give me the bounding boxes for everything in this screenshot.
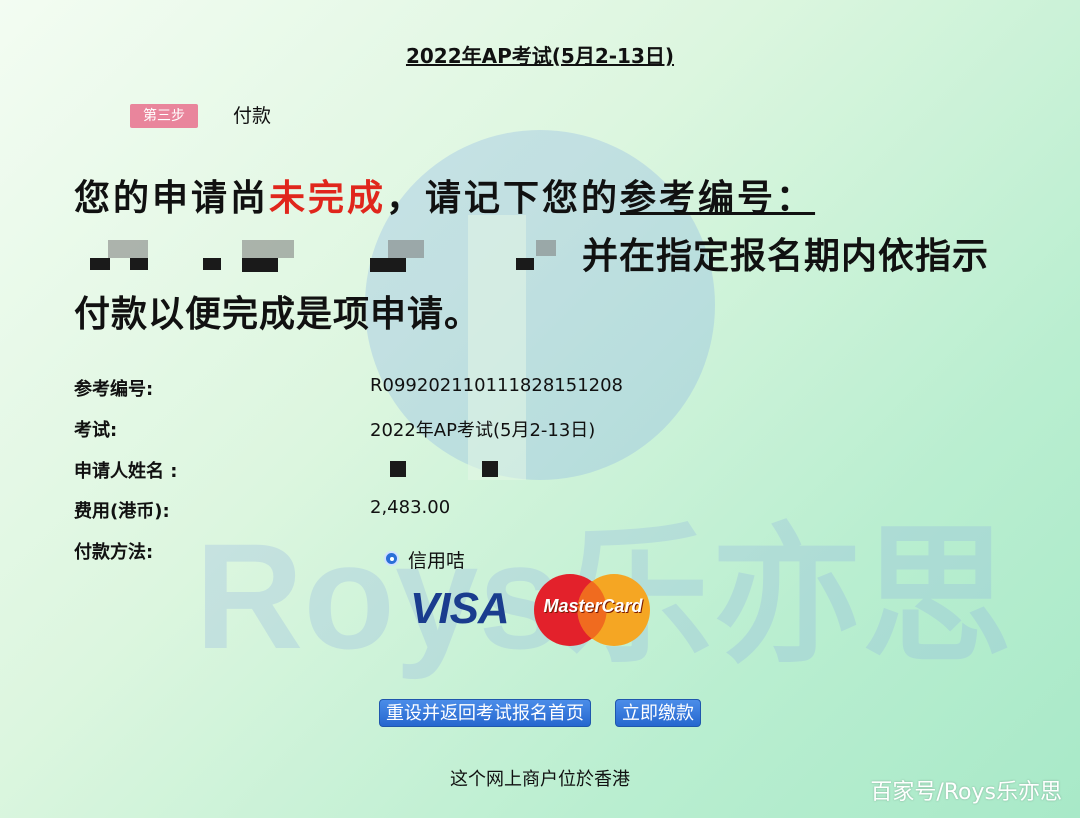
redacted-block — [203, 258, 221, 270]
headline-line2: 并在指定报名期内依指示 — [582, 236, 990, 277]
headline-part2: ，请记下您的 — [386, 178, 621, 219]
redacted-block — [516, 258, 534, 270]
redacted-block — [130, 258, 148, 270]
credit-card-radio-label[interactable]: 信用咭 — [408, 546, 465, 573]
step-badge: 第三步 — [130, 104, 198, 128]
corner-watermark: 百家号/Roys乐亦思 — [870, 780, 1062, 805]
redacted-block — [108, 240, 148, 258]
payment-method-label: 付款方法: — [74, 542, 154, 563]
redacted-block — [536, 240, 556, 256]
credit-card-radio[interactable] — [384, 551, 399, 566]
redacted-name — [482, 461, 498, 477]
redacted-block — [370, 258, 406, 272]
status-headline: 您的申请尚未完成，请记下您的参考编号： 并在指定报名期内依指示 付款以便完成是项… — [74, 170, 1014, 344]
exam-label: 考试: — [74, 420, 118, 441]
visa-logo: VISA — [410, 584, 510, 633]
pay-now-button[interactable]: 立即缴款 — [615, 699, 701, 727]
page-title: 2022年AP考试(5月2-13日) — [405, 44, 675, 68]
headline-incomplete: 未完成 — [269, 178, 387, 219]
headline-reference-label: 参考编号： — [620, 178, 816, 219]
redacted-name — [390, 461, 406, 477]
fee-label: 费用(港币): — [74, 501, 170, 522]
headline-line3: 付款以便完成是项申请。 — [74, 294, 482, 335]
headline-part1: 您的申请尚 — [74, 178, 270, 219]
redacted-block — [242, 258, 278, 272]
applicant-name-label: 申请人姓名 : — [74, 461, 178, 482]
mastercard-label: MasterCard — [543, 596, 643, 616]
fee-value: 2,483.00 — [370, 497, 451, 518]
reference-number-value: R0992021101118281​51208 — [370, 375, 624, 396]
reference-number-label: 参考编号: — [74, 379, 154, 400]
redacted-block — [90, 258, 110, 270]
reset-return-home-button[interactable]: 重设并返回考试报名首页 — [379, 699, 591, 727]
redacted-block — [388, 240, 424, 258]
exam-value: 2022年AP考试(5月2-13日) — [370, 420, 596, 441]
redacted-block — [242, 240, 294, 258]
step-label: 付款 — [233, 105, 272, 127]
